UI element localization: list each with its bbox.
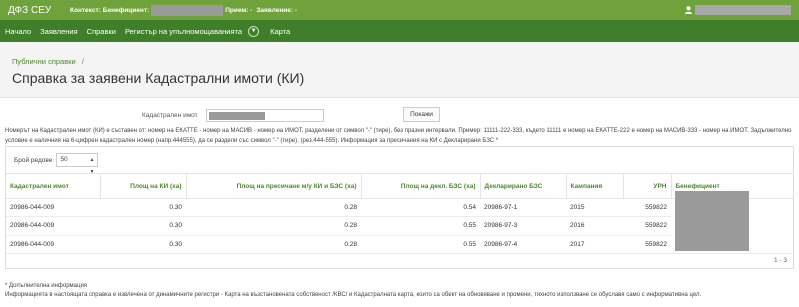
cell-urn: 559822 [623,235,671,255]
cell-property-area: 0.30 [100,198,186,218]
cell-intersection-area: 0.28 [186,198,361,218]
beneficiary-label: Бенефициент: [102,6,150,14]
cell-cadastral-property: 20986-044-009 [6,216,100,236]
page-header: Публични справки / Справка за заявени Ка… [0,42,799,98]
user-menu[interactable] [685,5,791,15]
footer-note-text: Информацията в настоящата справка е извл… [5,292,702,298]
cell-declared-bzs: 20986-97-4 [480,235,566,255]
rows-per-page-value: 50 [60,156,68,163]
input-value-redacted [209,112,265,120]
cell-campaign: 2016 [566,216,623,236]
col-property-area[interactable]: Площ на КИ (ха) [99,173,186,199]
cell-beneficiary [671,191,793,254]
nav-home[interactable]: Начало [5,27,31,36]
nav-authorizations-register[interactable]: Регистър на упълномощаванията [125,27,242,36]
cadastral-input-label: Кадастрален имот [142,112,198,119]
top-bar: ДФЗ СЕУ Контекст: Бенефициент: Прием: - … [0,0,799,20]
breadcrumb: Публични справки / [12,57,84,66]
rows-per-page-label: Брой редове [14,156,53,164]
reception-label: Прием: - [225,6,253,14]
show-button[interactable]: Покажи [403,107,440,122]
user-name-redacted [695,5,791,15]
cadastral-input[interactable] [206,109,324,122]
col-declared-area[interactable]: Площ на декл. БЗС (ха) [360,173,480,199]
info-text: Номерът на Кадастрален имот (КИ) е съста… [5,128,792,144]
table-row: 20986-044-009 0.30 0.28 0.54 20986-97-1 … [6,191,793,254]
app-brand[interactable]: ДФЗ СЕУ [0,5,70,16]
footer-note-title: * Допълнителна информация [5,283,88,289]
beneficiary-redacted [151,4,224,16]
cell-declared-bzs: 20986-97-1 [480,198,566,218]
chevron-down-icon[interactable]: ▼ [248,25,260,37]
context-bar: Контекст: Бенефициент: Прием: - Заявлени… [70,4,299,16]
cell-declared-area: 0.55 [361,216,480,236]
application-label: Заявление: - [256,6,298,14]
cell-declared-area: 0.54 [361,198,480,218]
nav-map[interactable]: Карта [270,27,290,36]
cell-urn: 559822 [623,198,671,218]
rows-per-page-select[interactable]: 50 ▲ ▼ [56,153,99,175]
main-nav: Начало Заявления Справки Регистър на упъ… [0,20,799,42]
col-declared-bzs[interactable]: Декларирано БЗС [479,173,566,199]
col-campaign[interactable]: Кампания [565,173,623,199]
beneficiary-cell-redacted [675,191,749,251]
pagination-info: 1 - 3 [773,257,787,264]
cell-declared-bzs: 20986-97-3 [480,216,566,236]
cell-property-area: 0.30 [100,235,186,255]
breadcrumb-separator: / [81,57,84,66]
col-urn[interactable]: УРН [622,173,671,199]
breadcrumb-link[interactable]: Публични справки [12,57,76,66]
cell-declared-area: 0.55 [361,235,480,255]
cell-cadastral-property: 20986-044-009 [6,198,100,218]
col-cadastral-property[interactable]: Кадастрален имот [6,173,100,199]
results-table: Кадастрален имот Площ на КИ (ха) Площ на… [6,173,793,255]
rows-per-page: Брой редове 50 ▲ ▼ [14,153,99,175]
user-icon [685,6,692,14]
nav-applications[interactable]: Заявления [40,27,78,36]
footer-notes: * Допълнителна информация Информацията в… [5,282,701,300]
search-row: Кадастрален имот Покажи [0,107,799,123]
cell-campaign: 2015 [566,198,623,218]
page-title: Справка за заявени Кадастрални имоти (КИ… [12,70,305,86]
results-panel: Брой редове 50 ▲ ▼ Кадастрален имот Площ … [5,146,794,269]
cell-cadastral-property: 20986-044-009 [6,235,100,255]
cell-campaign: 2017 [566,235,623,255]
cell-urn: 559822 [623,216,671,236]
context-label: Контекст: [70,6,101,14]
cell-intersection-area: 0.28 [186,216,361,236]
cell-property-area: 0.30 [100,216,186,236]
nav-reports[interactable]: Справки [87,27,116,36]
cell-intersection-area: 0.28 [186,235,361,255]
col-intersection-area[interactable]: Площ на пресичане м/у КИ и БЗС (ха) [185,173,361,199]
